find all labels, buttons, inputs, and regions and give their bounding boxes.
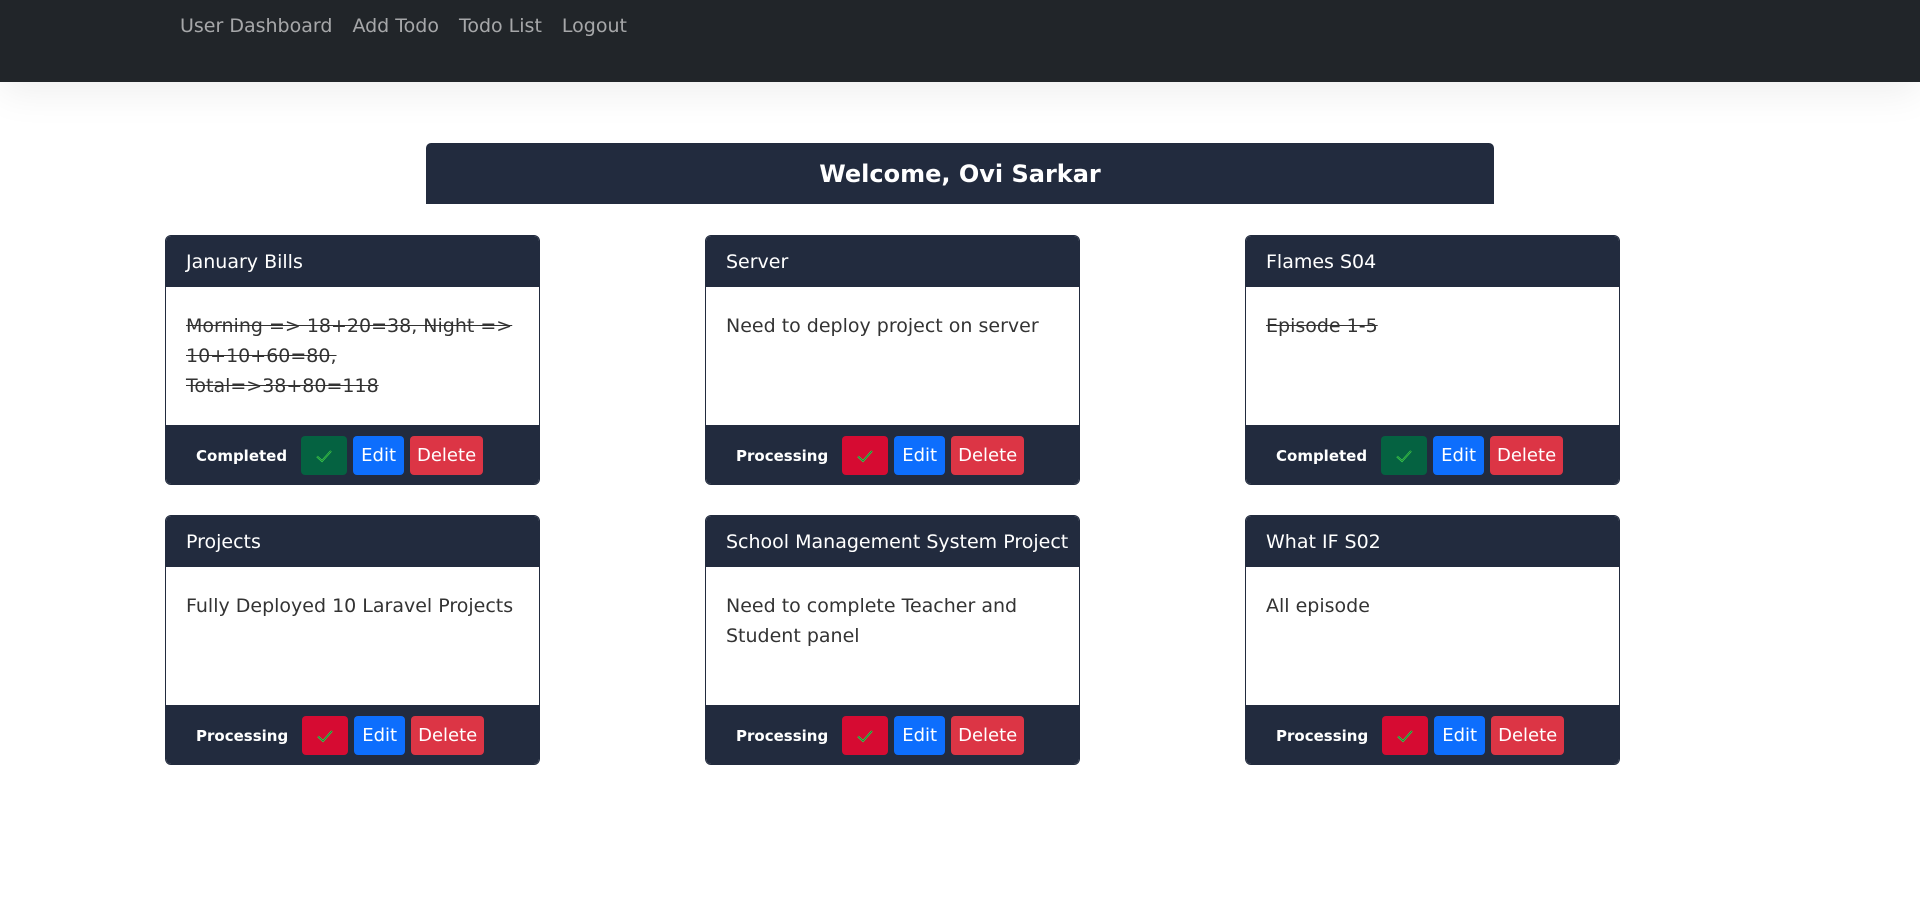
todo-card: School Management System Project Need to… <box>705 515 1080 765</box>
status-label: Processing <box>196 726 289 745</box>
todo-title: Server <box>706 236 1079 287</box>
checkmark-icon <box>857 729 873 742</box>
nav-logout[interactable]: Logout <box>562 15 627 37</box>
todo-title: School Management System Project <box>706 516 1079 567</box>
edit-button[interactable]: Edit <box>894 436 946 475</box>
todo-card: Flames S04 Episode 1-5 Completed Edit De… <box>1245 235 1620 485</box>
status-label: Processing <box>736 446 829 465</box>
edit-button[interactable]: Edit <box>354 716 406 755</box>
mark-complete-button[interactable] <box>842 436 889 475</box>
todo-card: January Bills Morning => 18+20=38, Night… <box>165 235 540 485</box>
status-label: Processing <box>1276 726 1369 745</box>
welcome-banner: Welcome, Ovi Sarkar <box>426 143 1494 204</box>
checkmark-icon <box>1397 729 1413 742</box>
nav-links: User Dashboard Add Todo Todo List Logout <box>180 15 627 37</box>
delete-button[interactable]: Delete <box>951 716 1025 755</box>
delete-button[interactable]: Delete <box>1490 436 1564 475</box>
delete-button[interactable]: Delete <box>1491 716 1565 755</box>
todo-footer: Completed Edit Delete <box>166 425 539 484</box>
todo-card: Projects Fully Deployed 10 Laravel Proje… <box>165 515 540 765</box>
checkmark-icon <box>857 449 873 462</box>
edit-button[interactable]: Edit <box>1433 436 1485 475</box>
nav-add-todo[interactable]: Add Todo <box>352 15 439 37</box>
checkmark-icon <box>317 729 333 742</box>
todo-title: Projects <box>166 516 539 567</box>
todo-description: Morning => 18+20=38, Night => 10+10+60=8… <box>186 315 513 397</box>
mark-complete-button[interactable] <box>842 716 889 755</box>
top-navbar: User Dashboard Add Todo Todo List Logout <box>0 0 1920 82</box>
todo-card: Server Need to deploy project on server … <box>705 235 1080 485</box>
delete-button[interactable]: Delete <box>410 436 484 475</box>
checkmark-icon <box>1396 449 1412 462</box>
edit-button[interactable]: Edit <box>353 436 405 475</box>
delete-button[interactable]: Delete <box>411 716 485 755</box>
status-label: Completed <box>196 446 288 465</box>
mark-complete-button[interactable] <box>1381 436 1428 475</box>
todo-title: Flames S04 <box>1246 236 1619 287</box>
edit-button[interactable]: Edit <box>894 716 946 755</box>
edit-button[interactable]: Edit <box>1434 716 1486 755</box>
todo-footer: Processing Edit Delete <box>706 425 1079 484</box>
todo-footer: Processing Edit Delete <box>1246 705 1619 764</box>
mark-complete-button[interactable] <box>301 436 348 475</box>
todo-description: Need to deploy project on server <box>726 315 1039 337</box>
todo-footer: Processing Edit Delete <box>706 705 1079 764</box>
todo-title: January Bills <box>166 236 539 287</box>
status-label: Processing <box>736 726 829 745</box>
todo-title: What IF S02 <box>1246 516 1619 567</box>
checkmark-icon <box>316 449 332 462</box>
todo-footer: Processing Edit Delete <box>166 705 539 764</box>
nav-todo-list[interactable]: Todo List <box>459 15 542 37</box>
delete-button[interactable]: Delete <box>951 436 1025 475</box>
todo-description: Episode 1-5 <box>1266 315 1378 337</box>
todo-description: All episode <box>1266 595 1370 617</box>
status-label: Completed <box>1276 446 1368 465</box>
todo-footer: Completed Edit Delete <box>1246 425 1619 484</box>
mark-complete-button[interactable] <box>1382 716 1429 755</box>
todo-description: Need to complete Teacher and Student pan… <box>726 595 1018 647</box>
todo-description: Fully Deployed 10 Laravel Projects <box>186 595 514 617</box>
todo-card: What IF S02 All episode Processing Edit … <box>1245 515 1620 765</box>
nav-user-dashboard[interactable]: User Dashboard <box>180 15 332 37</box>
mark-complete-button[interactable] <box>302 716 349 755</box>
